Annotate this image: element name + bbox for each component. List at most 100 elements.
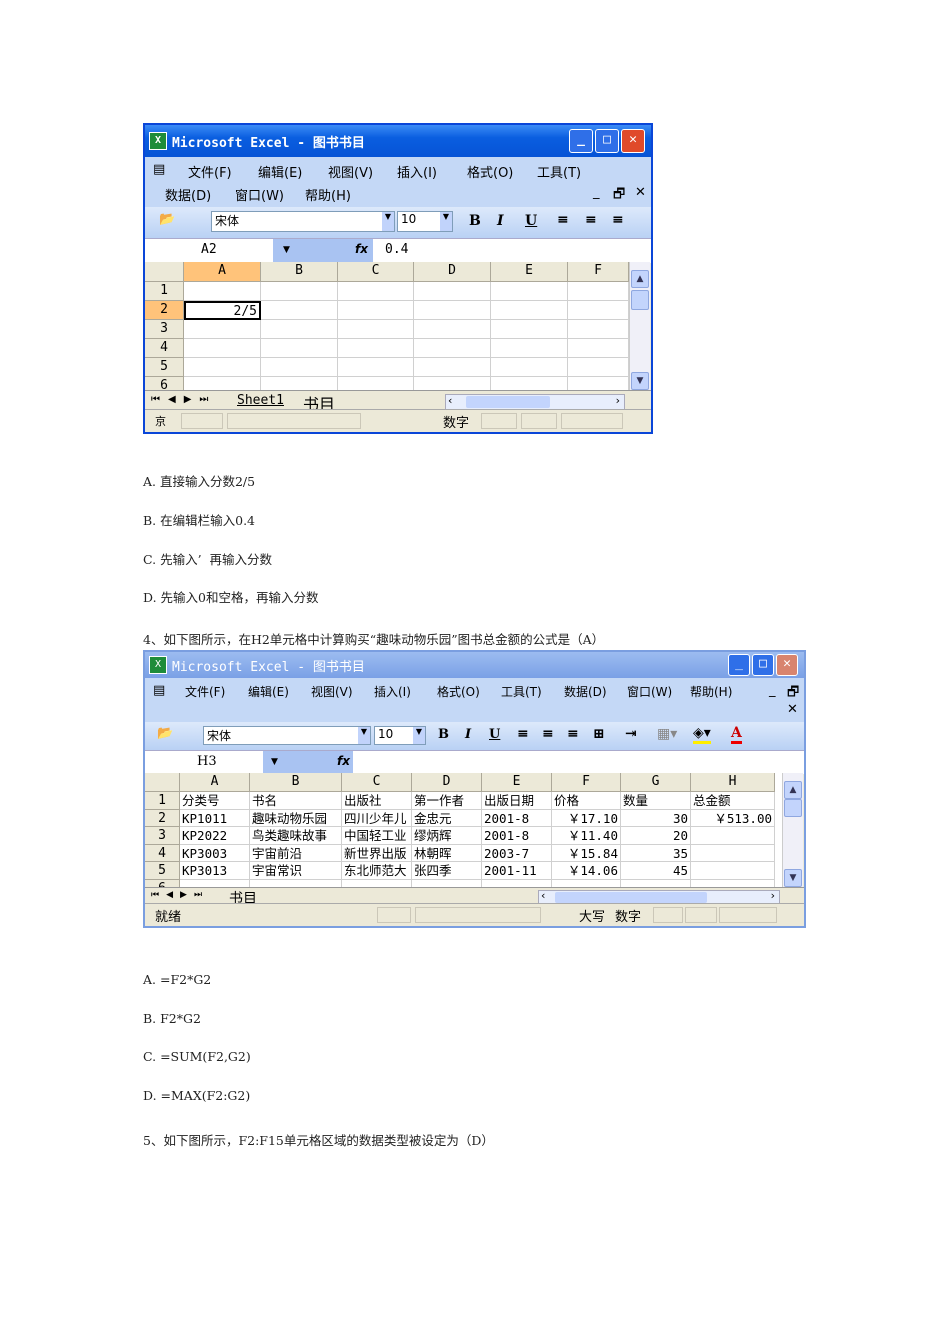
cell-B5[interactable] — [261, 358, 338, 377]
cell-G6[interactable] — [621, 880, 691, 887]
menu-help[interactable]: 帮助(H) — [305, 185, 351, 204]
bold-button[interactable]: B — [469, 213, 481, 229]
font-color-icon[interactable]: A — [731, 725, 742, 744]
cell-D6[interactable] — [414, 377, 491, 390]
cell-F4[interactable] — [568, 339, 629, 358]
cell-E4[interactable]: 2003-7 — [482, 844, 552, 863]
doc-restore-icon[interactable]: 🗗 — [613, 185, 625, 207]
cell-E4[interactable] — [491, 339, 568, 358]
row-header-3[interactable]: 3 — [145, 827, 180, 845]
cell-C4[interactable]: 新世界出版 — [342, 844, 412, 863]
scroll-down-icon[interactable]: ▼ — [784, 869, 802, 887]
column-header-C[interactable]: C — [342, 773, 412, 792]
column-header-B[interactable]: B — [261, 262, 338, 282]
column-header-D[interactable]: D — [412, 773, 482, 792]
cell-A4[interactable]: KP3003 — [180, 844, 250, 863]
column-header-A[interactable]: A — [184, 262, 261, 282]
cell-A6[interactable] — [184, 377, 261, 390]
row-header-1[interactable]: 1 — [145, 282, 184, 301]
cell-H6[interactable] — [691, 880, 775, 887]
scroll-up-icon[interactable]: ▲ — [631, 270, 649, 288]
cell-F6[interactable] — [552, 880, 621, 887]
cell-E1[interactable] — [491, 282, 568, 301]
underline-button[interactable]: U — [489, 727, 500, 742]
vertical-scrollbar[interactable]: ▲ ▼ — [782, 773, 803, 887]
doc-close-icon[interactable]: ✕ — [787, 702, 798, 717]
maximize-button[interactable]: □ — [752, 654, 774, 676]
column-header-A[interactable]: A — [180, 773, 250, 792]
doc-minimize-icon[interactable]: _ — [769, 683, 776, 698]
row-header-5[interactable]: 5 — [145, 862, 180, 880]
menu-insert[interactable]: 插入(I) — [374, 683, 411, 700]
cell-B6[interactable] — [250, 880, 342, 887]
menu-tools[interactable]: 工具(T) — [501, 683, 542, 700]
close-button[interactable]: ✕ — [776, 654, 798, 676]
chevron-down-icon[interactable]: ▼ — [358, 727, 370, 744]
cell-G3[interactable]: 20 — [621, 827, 691, 845]
cell-C3[interactable] — [338, 320, 414, 339]
cell-H5[interactable] — [691, 862, 775, 880]
menu-insert[interactable]: 插入(I) — [397, 162, 437, 181]
cell-D5[interactable]: 张四季 — [412, 862, 482, 880]
row-header-4[interactable]: 4 — [145, 339, 184, 358]
fx-icon[interactable]: fx — [337, 754, 350, 768]
row-header-1[interactable]: 1 — [145, 792, 180, 810]
bold-button[interactable]: B — [438, 727, 449, 742]
fx-icon[interactable]: fx — [355, 242, 368, 256]
column-header-F[interactable]: F — [568, 262, 629, 282]
cell-C5[interactable]: 东北师范大 — [342, 862, 412, 880]
cell-E3[interactable]: 2001-8 — [482, 827, 552, 845]
align-right-icon[interactable]: ≡ — [612, 212, 624, 228]
italic-button[interactable]: I — [465, 727, 471, 742]
select-all-corner[interactable] — [145, 773, 180, 792]
cell-A5[interactable] — [184, 358, 261, 377]
cell-F5[interactable] — [568, 358, 629, 377]
cell-H3[interactable] — [691, 827, 775, 845]
hscroll-thumb[interactable] — [555, 892, 707, 903]
tab-nav-icons[interactable]: ⏮◀▶⏭ — [151, 890, 209, 900]
cell-A1[interactable] — [184, 282, 261, 301]
tab-nav-icons[interactable]: ⏮◀▶⏭ — [151, 394, 216, 405]
cell-B4[interactable]: 宇宙前沿 — [250, 844, 342, 863]
fill-color-icon[interactable]: ◈▾ — [693, 725, 711, 744]
cell-F3[interactable]: ￥11.40 — [552, 827, 621, 845]
cell-C1[interactable] — [338, 282, 414, 301]
menu-file[interactable]: 文件(F) — [188, 162, 232, 181]
borders-icon[interactable]: ▦▾ — [657, 726, 677, 742]
align-center-icon[interactable]: ≡ — [542, 726, 554, 742]
open-folder-icon[interactable]: 📂 — [157, 726, 173, 741]
menu-window[interactable]: 窗口(W) — [235, 185, 284, 204]
name-box[interactable]: H3 — [197, 754, 217, 769]
menu-window[interactable]: 窗口(W) — [627, 683, 672, 700]
scroll-up-icon[interactable]: ▲ — [784, 781, 802, 799]
cell-F2[interactable]: ￥17.10 — [552, 809, 621, 828]
cell-B5[interactable]: 宇宙常识 — [250, 862, 342, 880]
cell-G1[interactable]: 数量 — [621, 792, 691, 810]
scroll-thumb[interactable] — [631, 290, 649, 310]
row-header-6[interactable]: 6 — [145, 377, 184, 390]
cell-B3[interactable]: 鸟类趣味故事 — [250, 827, 342, 845]
scroll-right-icon[interactable]: › — [771, 889, 775, 902]
chevron-down-icon[interactable]: ▼ — [382, 212, 394, 231]
tab-sheet1[interactable]: Sheet1 — [237, 393, 284, 408]
menu-edit[interactable]: 编辑(E) — [248, 683, 289, 700]
maximize-button[interactable]: □ — [595, 129, 619, 153]
align-left-icon[interactable]: ≡ — [517, 726, 529, 742]
menu-view[interactable]: 视图(V) — [328, 162, 373, 181]
cell-D2[interactable]: 金忠元 — [412, 809, 482, 828]
menu-file[interactable]: 文件(F) — [185, 683, 225, 700]
cell-F2[interactable] — [568, 301, 629, 320]
cell-D6[interactable] — [412, 880, 482, 887]
column-header-H[interactable]: H — [691, 773, 775, 792]
cell-E6[interactable] — [491, 377, 568, 390]
chevron-down-icon[interactable]: ▼ — [413, 727, 425, 744]
cell-C4[interactable] — [338, 339, 414, 358]
scroll-left-icon[interactable]: ‹ — [448, 394, 452, 407]
cell-G2[interactable]: 30 — [621, 809, 691, 828]
hscroll-thumb[interactable] — [466, 396, 550, 408]
menu-data[interactable]: 数据(D) — [165, 185, 211, 204]
cell-D1[interactable] — [414, 282, 491, 301]
cell-B1[interactable] — [261, 282, 338, 301]
menu-edit[interactable]: 编辑(E) — [258, 162, 302, 181]
cell-H1[interactable]: 总金额 — [691, 792, 775, 810]
